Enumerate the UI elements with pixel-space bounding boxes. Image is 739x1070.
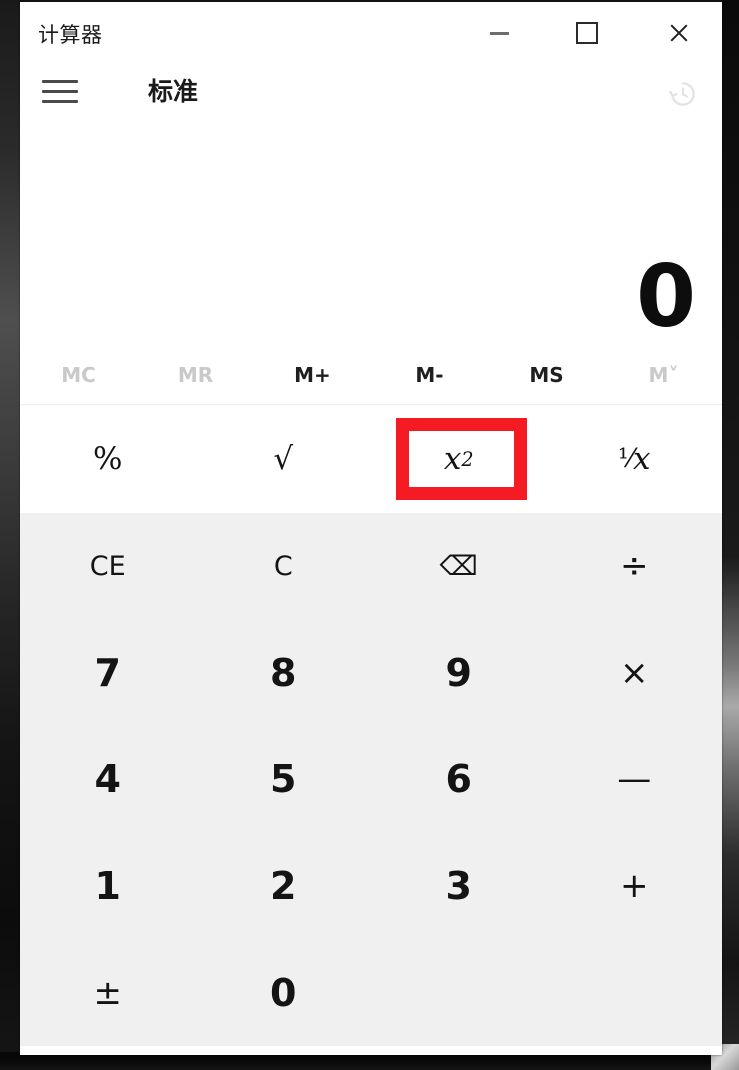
digit-3-button[interactable]: 3 [371,833,547,940]
title-bar[interactable]: 计算器 [20,2,722,64]
desktop-backdrop-right [722,0,739,1070]
backspace-button[interactable]: ⌫ [371,513,547,620]
display-value: 0 [636,247,696,347]
digit-1-button[interactable]: 1 [20,833,196,940]
close-button[interactable] [645,2,713,64]
keypad-row: CE C ⌫ ÷ [20,513,722,620]
memory-clear-button[interactable]: MC [20,346,137,404]
digit-0-button[interactable]: 0 [196,939,372,1046]
decimal-point-button[interactable] [371,939,547,1046]
digit-7-button[interactable]: 7 [20,620,196,727]
divide-button[interactable]: ÷ [547,513,723,620]
hamburger-line [42,89,78,93]
digit-2-button[interactable]: 2 [196,833,372,940]
reciprocal-numerator-label: ¹ [618,444,629,474]
maximize-icon [576,22,598,44]
digit-5-button[interactable]: 5 [196,726,372,833]
minimize-button[interactable] [465,2,533,64]
desktop-backdrop-left [0,0,20,1070]
clear-entry-button[interactable]: CE [20,513,196,620]
maximize-button[interactable] [553,2,621,64]
keypad-row: 4 5 6 — [20,726,722,833]
mode-bar: 标准 [20,64,722,120]
square-root-button[interactable]: √ [196,405,527,513]
calculator-window: 计算器 标准 0 MC MR M+ M- MS M˅ % √ x 2 ¹ ⁄ x… [20,2,722,1055]
digit-6-button[interactable]: 6 [371,726,547,833]
memory-subtract-button[interactable]: M- [371,346,488,404]
hamburger-menu-icon[interactable] [42,76,80,106]
add-button[interactable]: + [547,833,723,940]
memory-recall-button[interactable]: MR [137,346,254,404]
reciprocal-denominator-label: x [632,441,651,477]
memory-add-button[interactable]: M+ [254,346,371,404]
keypad-row: 7 8 9 × [20,620,722,727]
history-clock-icon [669,82,695,106]
history-button[interactable] [662,73,704,115]
display-area: 0 [20,120,722,346]
function-row: % √ x2 ¹ ⁄ x [20,405,722,513]
percent-label: % [93,441,123,477]
square-button[interactable]: x2 [371,405,547,513]
sign-toggle-button[interactable]: ± [20,939,196,1046]
percent-button[interactable]: % [20,405,196,513]
digit-8-button[interactable]: 8 [196,620,372,727]
minimize-icon [489,31,509,35]
digit-9-button[interactable]: 9 [371,620,547,727]
app-title: 计算器 [38,23,103,47]
hamburger-line [42,79,78,83]
keypad-row: ± 0 [20,939,722,1046]
square-base-label: x [443,441,462,477]
keypad: CE C ⌫ ÷ 7 8 9 × 4 5 6 — 1 2 3 + ± 0 [20,513,722,1046]
close-icon [668,22,690,44]
square-root-label: √ [273,441,294,477]
mode-title: 标准 [148,77,199,106]
memory-list-button[interactable]: M˅ [605,346,722,404]
reciprocal-button[interactable]: ¹ ⁄ x [547,405,723,513]
equals-button[interactable] [547,939,723,1046]
memory-row: MC MR M+ M- MS M˅ [20,346,722,405]
square-exponent-label: 2 [461,447,474,471]
multiply-button[interactable]: × [547,620,723,727]
digit-4-button[interactable]: 4 [20,726,196,833]
memory-store-button[interactable]: MS [488,346,605,404]
keypad-row: 1 2 3 + [20,833,722,940]
subtract-button[interactable]: — [547,726,723,833]
clear-button[interactable]: C [196,513,372,620]
screenshot-root: 计算器 标准 0 MC MR M+ M- MS M˅ % √ x 2 ¹ ⁄ x… [0,0,739,1070]
hamburger-line [42,99,78,103]
